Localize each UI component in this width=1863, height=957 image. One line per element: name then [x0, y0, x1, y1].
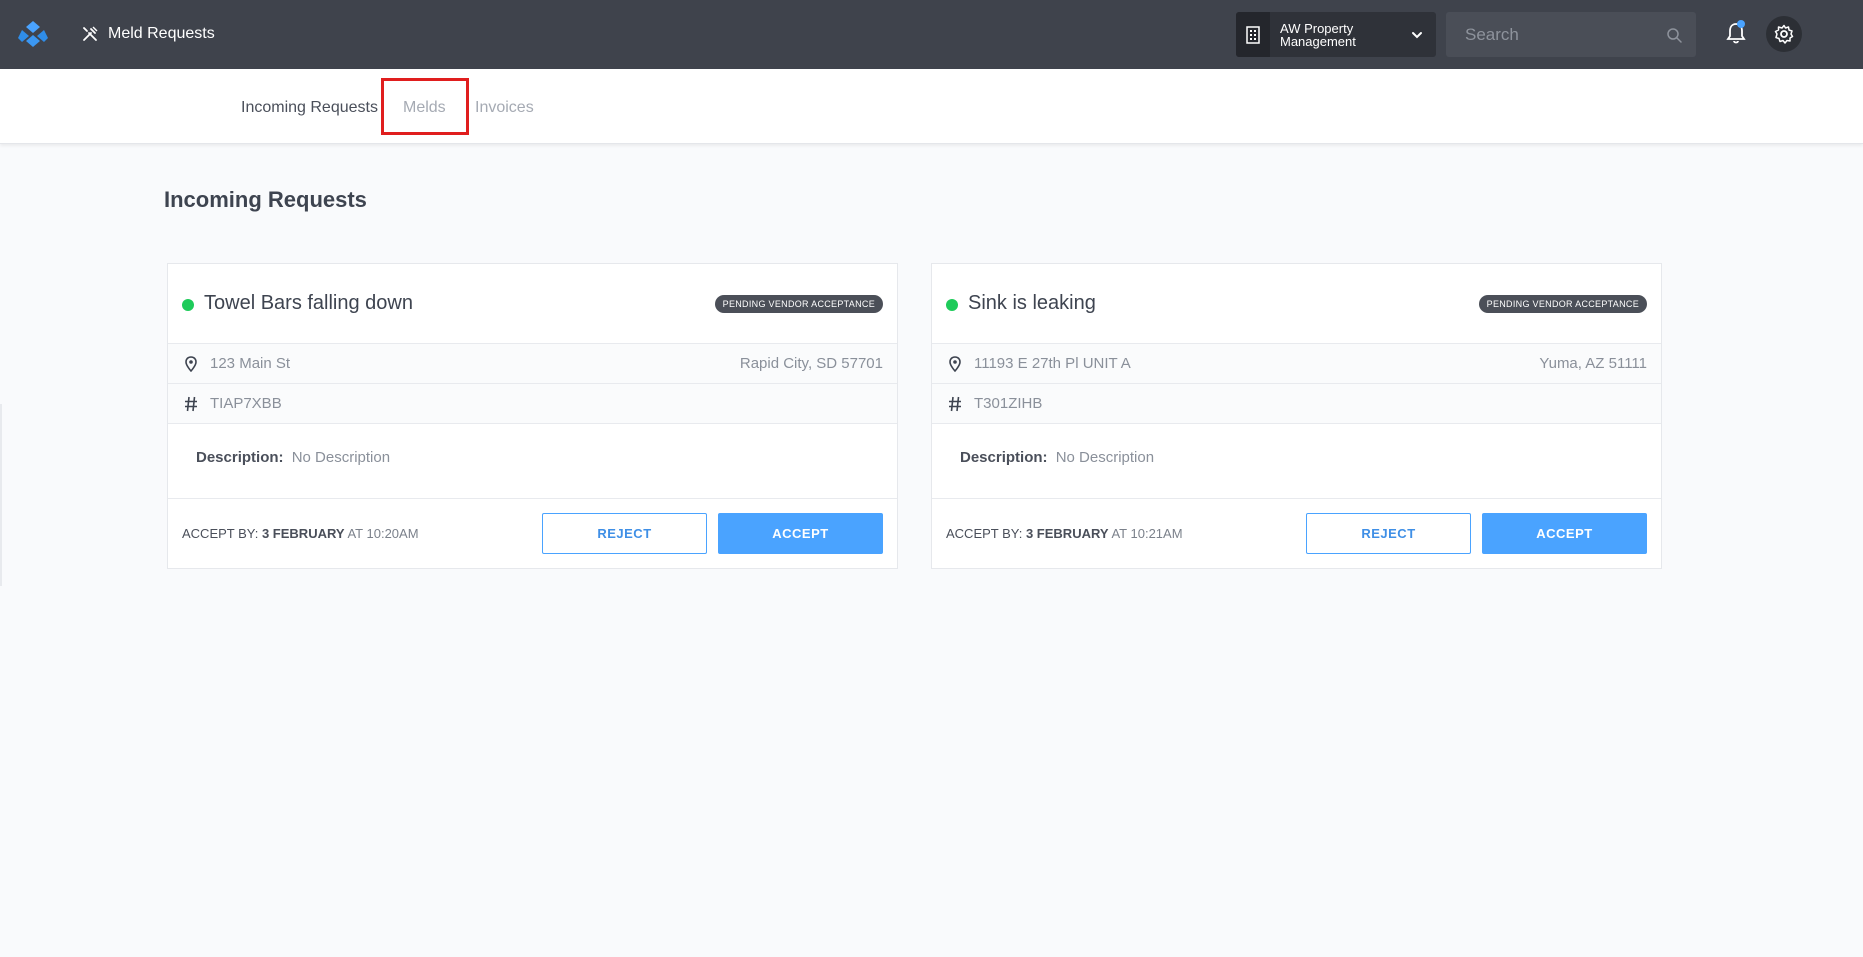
description-value: No Description — [291, 449, 391, 466]
accept-button[interactable]: ACCEPT — [718, 513, 883, 554]
accept-button[interactable]: ACCEPT — [1482, 513, 1647, 554]
address-text: 123 Main St — [210, 355, 291, 372]
status-badge: PENDING VENDOR ACCEPTANCE — [1478, 295, 1647, 313]
tools-icon — [83, 26, 98, 41]
map-pin-icon — [949, 356, 961, 372]
accept-by-label: ACCEPT BY: — [946, 526, 1023, 541]
accept-by-label: ACCEPT BY: — [182, 526, 259, 541]
accept-by-time: AT 10:20AM — [347, 526, 419, 541]
code-text: TIAP7XBB — [210, 395, 282, 412]
sub-nav: Incoming Requests Melds Invoices — [0, 69, 1863, 144]
card-header: Sink is leaking PENDING VENDOR ACCEPTANC… — [932, 264, 1661, 344]
city-text: Yuma, AZ 51111 — [1539, 355, 1647, 372]
chevron-down-icon — [1412, 32, 1422, 39]
org-name: AW Property Management — [1280, 20, 1356, 49]
app-title-text: Meld Requests — [108, 25, 215, 42]
city-text: Rapid City, SD 57701 — [739, 355, 883, 372]
search-icon[interactable] — [1666, 27, 1682, 43]
reject-button[interactable]: REJECT — [542, 513, 707, 554]
map-pin-icon — [185, 356, 197, 372]
accept-by-time: AT 10:21AM — [1111, 526, 1183, 541]
notification-dot — [1737, 20, 1745, 28]
search-box — [1446, 12, 1696, 57]
description: Description: No Description — [960, 449, 1154, 466]
card-title[interactable]: Sink is leaking — [968, 292, 1096, 315]
address-row: 11193 E 27th Pl UNIT A Yuma, AZ 51111 — [932, 344, 1661, 384]
accept-by: ACCEPT BY: 3 FEBRUARY AT 10:21AM — [946, 526, 1183, 541]
code-text: T301ZIHB — [974, 395, 1043, 412]
accept-by-date: 3 FEBRUARY — [1025, 526, 1109, 541]
description-label: Description: — [960, 449, 1048, 466]
logo-icon[interactable] — [18, 19, 48, 47]
request-card[interactable]: Towel Bars falling down PENDING VENDOR A… — [167, 263, 898, 569]
description: Description: No Description — [196, 449, 390, 466]
code-row: TIAP7XBB — [168, 384, 897, 424]
footer-divider — [168, 498, 897, 499]
search-input[interactable] — [1446, 24, 1656, 45]
address-text: 11193 E 27th Pl UNIT A — [974, 355, 1131, 372]
settings-button[interactable] — [1766, 16, 1802, 52]
reject-button[interactable]: REJECT — [1306, 513, 1471, 554]
status-badge: PENDING VENDOR ACCEPTANCE — [714, 295, 883, 313]
tab-invoices[interactable]: Invoices — [475, 97, 534, 119]
status-dot — [946, 299, 958, 311]
request-card[interactable]: Sink is leaking PENDING VENDOR ACCEPTANC… — [931, 263, 1662, 569]
gear-icon — [1774, 24, 1794, 44]
address-row: 123 Main St Rapid City, SD 57701 — [168, 344, 897, 384]
hash-icon — [185, 396, 197, 412]
tab-incoming-requests[interactable]: Incoming Requests — [241, 97, 378, 119]
accept-by-date: 3 FEBRUARY — [261, 526, 345, 541]
top-bar: Meld Requests AW Property Management — [0, 0, 1863, 69]
building-icon — [1246, 25, 1260, 44]
accept-by: ACCEPT BY: 3 FEBRUARY AT 10:20AM — [182, 526, 419, 541]
org-icon-box — [1236, 12, 1270, 57]
left-edge-handle — [0, 404, 2, 586]
page-title: Incoming Requests — [164, 187, 367, 212]
footer-divider — [932, 498, 1661, 499]
app-title[interactable]: Meld Requests — [82, 22, 215, 46]
description-value: No Description — [1055, 449, 1155, 466]
card-header: Towel Bars falling down PENDING VENDOR A… — [168, 264, 897, 344]
org-selector[interactable]: AW Property Management — [1236, 12, 1436, 57]
hash-icon — [949, 396, 961, 412]
description-label: Description: — [196, 449, 284, 466]
code-row: T301ZIHB — [932, 384, 1661, 424]
highlight-box — [381, 78, 469, 135]
status-dot — [182, 299, 194, 311]
card-title[interactable]: Towel Bars falling down — [204, 292, 413, 315]
